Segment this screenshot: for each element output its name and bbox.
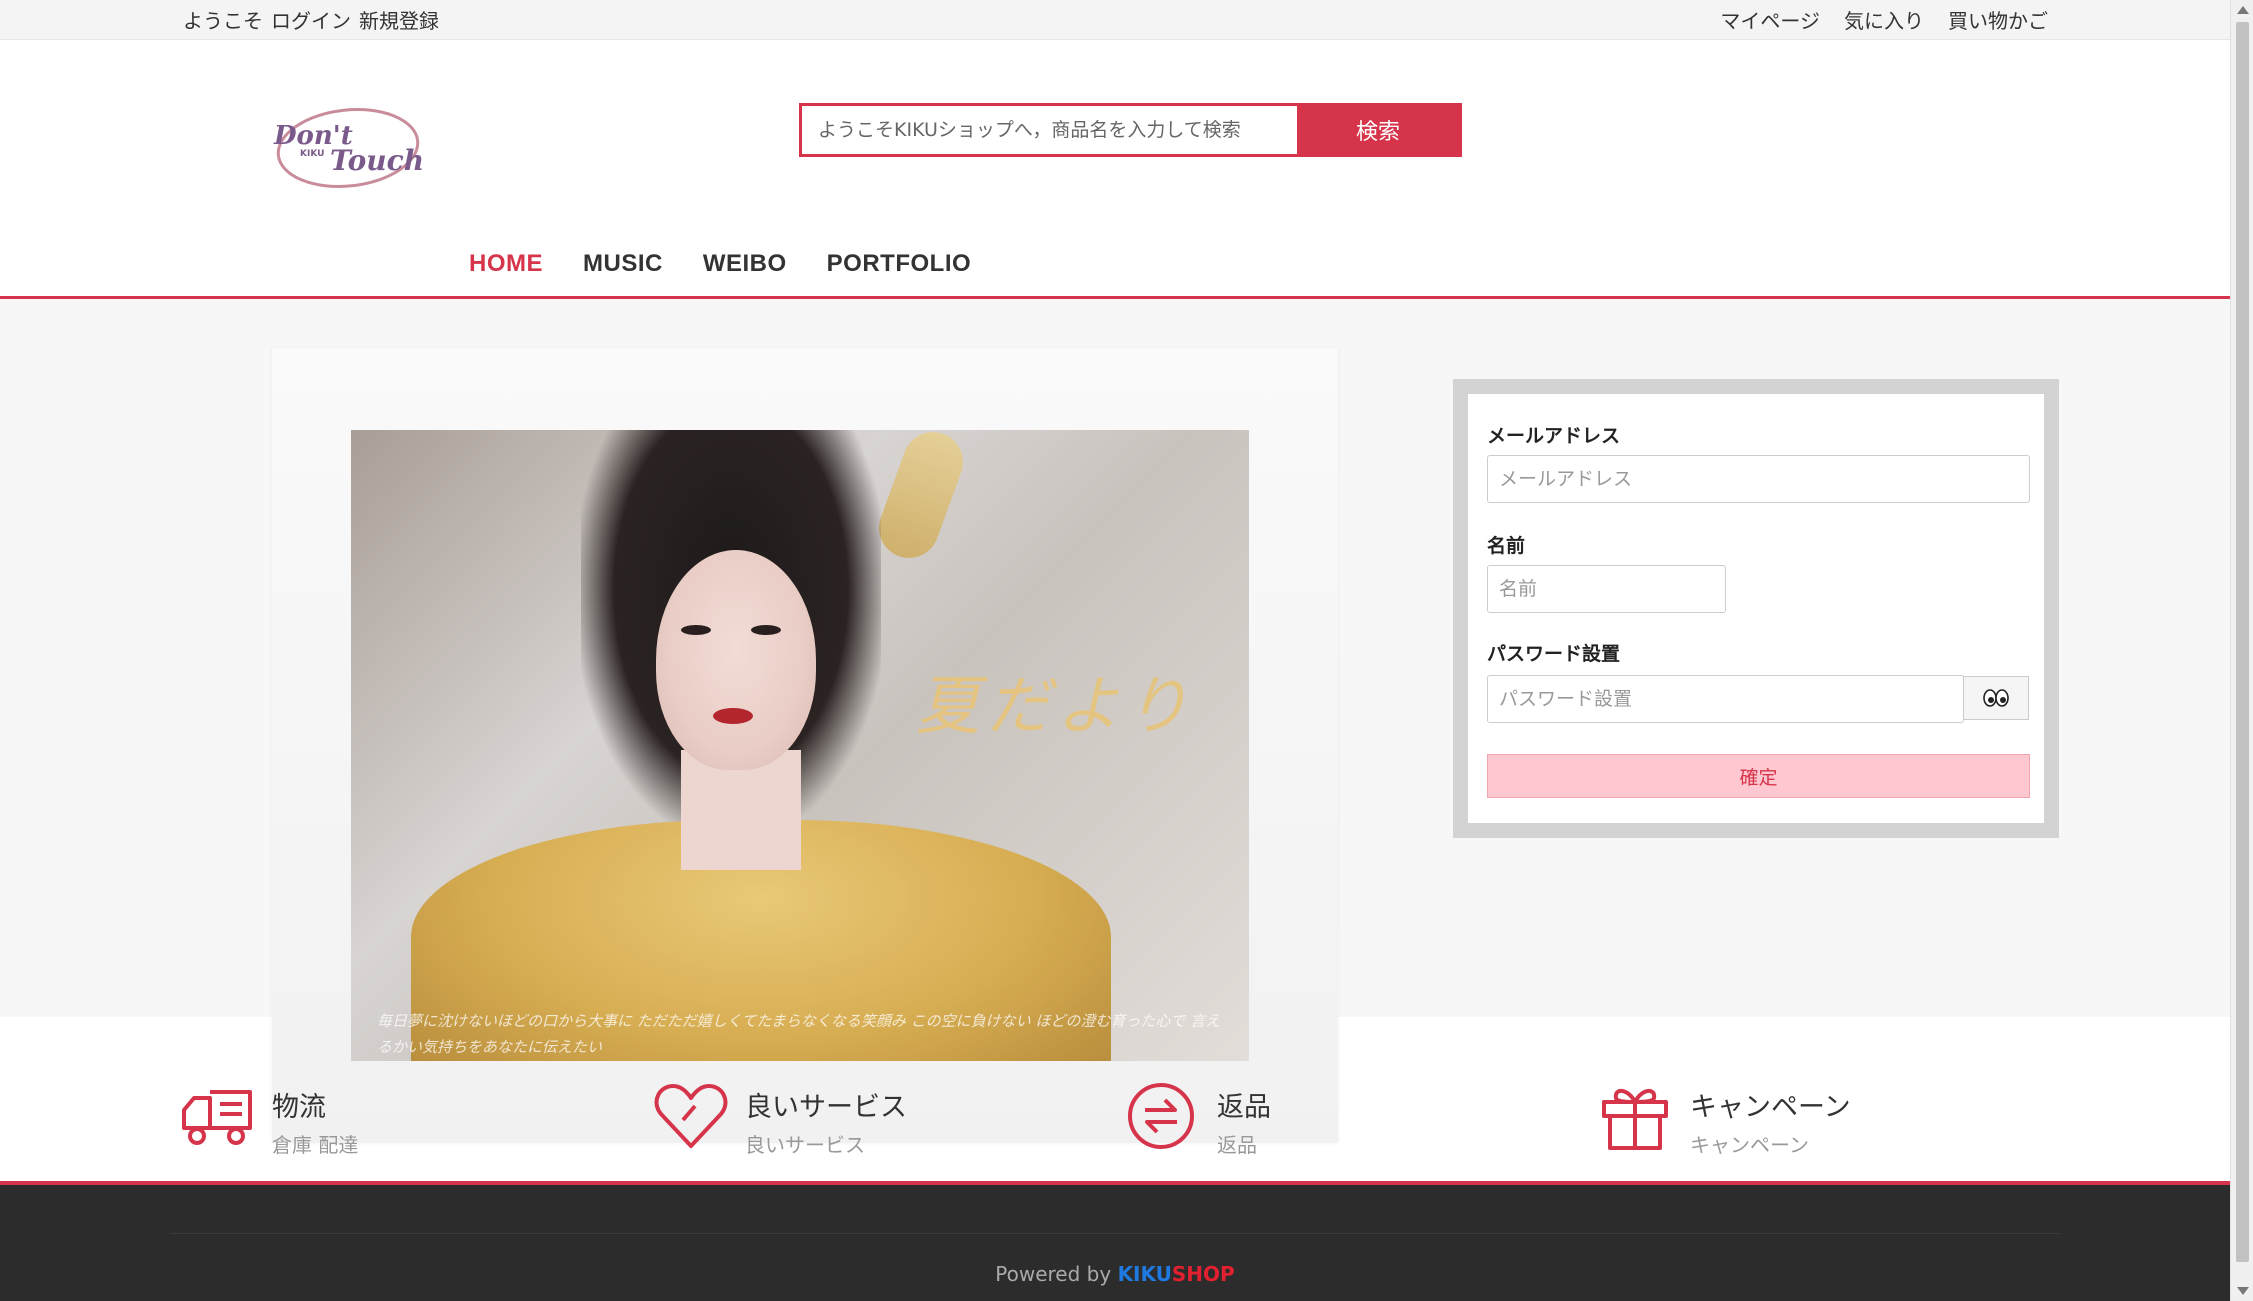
search-input[interactable] xyxy=(802,106,1297,154)
eye-shape xyxy=(751,625,781,635)
email-field[interactable] xyxy=(1487,455,2030,503)
eyes-icon xyxy=(1983,689,2009,707)
search-button[interactable]: 検索 xyxy=(1297,106,1459,154)
name-field[interactable] xyxy=(1487,565,1726,613)
submit-button[interactable]: 確定 xyxy=(1487,754,2030,798)
page-scrollbar[interactable] xyxy=(2230,0,2253,1301)
scroll-up-icon[interactable] xyxy=(2237,6,2249,14)
footer: Powered by KIKUSHOP xyxy=(0,1181,2230,1301)
nav-item-portfolio[interactable]: PORTFOLIO xyxy=(827,250,972,296)
scroll-down-icon[interactable] xyxy=(2237,1287,2249,1295)
feature-title: 良いサービス xyxy=(745,1092,907,1123)
feature-title: 物流 xyxy=(272,1092,326,1123)
svg-text:Touch: Touch xyxy=(330,144,424,177)
feature-subtitle: キャンペーン xyxy=(1690,1133,1809,1157)
nav-item-weibo[interactable]: WEIBO xyxy=(703,250,787,296)
top-bar-right: マイページ 気に入り 買い物かご xyxy=(1696,5,2048,34)
truck-icon xyxy=(182,1090,252,1145)
face-shape xyxy=(656,550,816,770)
cart-link[interactable]: 買い物かご xyxy=(1948,9,2048,33)
register-form-box: メールアドレス 名前 パスワード設置 確定 xyxy=(1453,379,2059,838)
name-label: 名前 xyxy=(1487,535,1526,557)
banner-caption: 毎日夢に沈けないほどの口から大事に ただただ嬉しくてたまらなくなる笑顔み この空… xyxy=(377,1012,1221,1056)
hair-bow-shape xyxy=(870,430,972,567)
eye-shape xyxy=(681,625,711,635)
register-link[interactable]: 新規登録 xyxy=(359,9,439,33)
svg-text:KIKU: KIKU xyxy=(300,149,324,159)
banner-title: 夏だより xyxy=(916,670,1195,744)
mypage-link[interactable]: マイページ xyxy=(1720,9,1820,33)
gift-icon xyxy=(1602,1089,1668,1150)
main-nav: HOME MUSIC WEIBO PORTFOLIO xyxy=(469,250,972,310)
return-icon xyxy=(1128,1083,1194,1149)
brand-name-part1[interactable]: KIKU xyxy=(1118,1262,1172,1286)
powered-by-text: Powered by xyxy=(995,1262,1112,1286)
powered-by: Powered by KIKUSHOP xyxy=(0,1262,2230,1286)
top-bar-left: ようこそ ログイン 新規登録 xyxy=(183,5,447,34)
scrollbar-thumb[interactable] xyxy=(2236,22,2249,1262)
feature-title: 返品 xyxy=(1217,1092,1271,1123)
lips-shape xyxy=(713,708,753,724)
register-form: メールアドレス 名前 パスワード設置 確定 xyxy=(1468,394,2044,823)
search-bar: 検索 xyxy=(799,103,1462,157)
toggle-password-button[interactable] xyxy=(1963,676,2029,720)
feature-subtitle: 倉庫 配達 xyxy=(272,1133,359,1157)
nav-item-music[interactable]: MUSIC xyxy=(583,250,663,296)
footer-divider xyxy=(170,1233,2060,1234)
nav-item-home[interactable]: HOME xyxy=(469,250,543,310)
password-field[interactable] xyxy=(1487,675,1964,723)
feature-subtitle: 返品 xyxy=(1217,1133,1257,1157)
login-link[interactable]: ログイン xyxy=(271,9,351,33)
feature-subtitle: 良いサービス xyxy=(745,1133,865,1157)
brand-name-part2[interactable]: SHOP xyxy=(1172,1262,1235,1286)
site-logo[interactable]: Don't Touch KIKU xyxy=(268,100,428,195)
logo-graphic: Don't Touch KIKU xyxy=(273,108,424,188)
email-label: メールアドレス xyxy=(1487,425,1621,447)
top-bar: ようこそ ログイン 新規登録 マイページ 気に入り 買い物かご xyxy=(0,0,2230,40)
password-label: パスワード設置 xyxy=(1487,643,1621,665)
feature-title: キャンペーン xyxy=(1690,1092,1851,1123)
banner-image[interactable]: 夏だより 毎日夢に沈けないほどの口から大事に ただただ嬉しくてたまらなくなる笑顔… xyxy=(351,430,1249,1061)
heart-icon xyxy=(654,1084,728,1148)
favorites-link[interactable]: 気に入り xyxy=(1844,9,1924,33)
welcome-text: ようこそ xyxy=(183,9,263,33)
